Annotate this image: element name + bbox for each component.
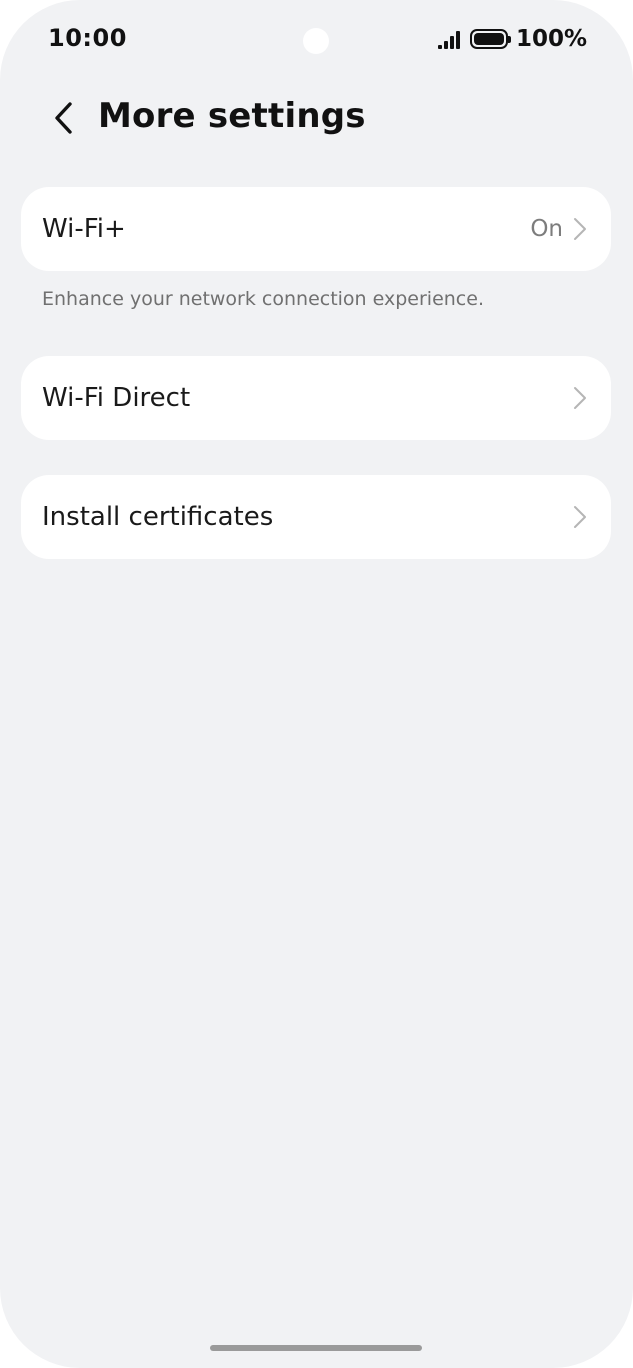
wifi-direct-item[interactable]: Wi-Fi Direct (21, 356, 611, 440)
status-indicators: 100% (437, 26, 587, 52)
wifi-plus-item[interactable]: Wi-Fi+ On (21, 187, 611, 271)
wifi-plus-description: Enhance your network connection experien… (42, 288, 484, 310)
phone-screen: 10:00 100% More settings Wi-Fi+ On Enhan… (0, 0, 633, 1368)
home-indicator[interactable] (210, 1345, 422, 1351)
front-camera (303, 28, 329, 54)
status-time: 10:00 (48, 24, 127, 52)
wifi-direct-label: Wi-Fi Direct (42, 383, 191, 413)
install-certificates-item[interactable]: Install certificates (21, 475, 611, 559)
back-button[interactable] (40, 94, 88, 142)
chevron-right-icon (573, 386, 587, 410)
wifi-plus-label: Wi-Fi+ (42, 214, 126, 244)
wifi-plus-status: On (530, 216, 563, 242)
battery-percentage: 100% (515, 26, 587, 52)
app-header: More settings (0, 90, 633, 146)
chevron-left-icon (55, 102, 72, 134)
status-bar: 10:00 100% (0, 0, 633, 80)
chevron-right-icon (573, 217, 587, 241)
signal-icon (437, 29, 460, 49)
battery-icon (469, 29, 511, 49)
chevron-right-icon (573, 505, 587, 529)
page-title: More settings (98, 96, 366, 136)
install-certificates-label: Install certificates (42, 502, 274, 532)
